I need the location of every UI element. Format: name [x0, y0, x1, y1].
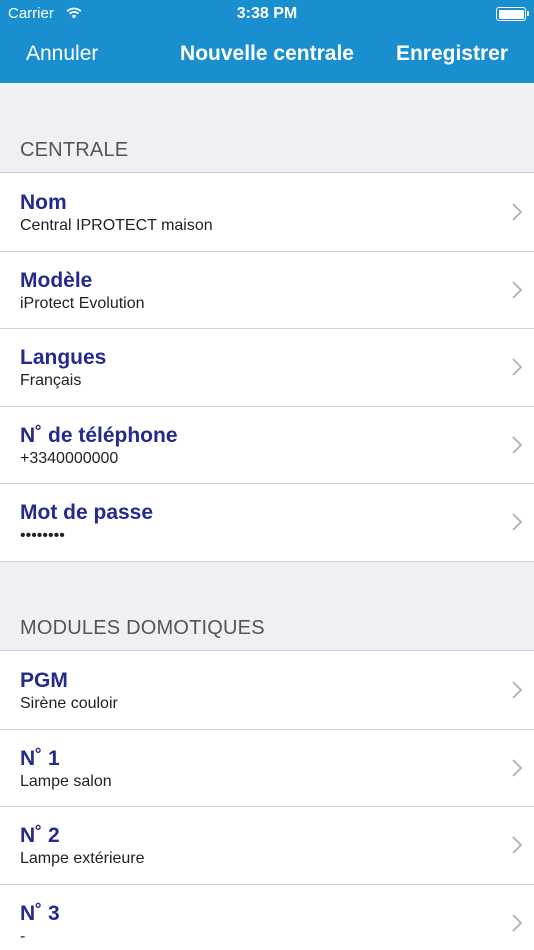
row-nom[interactable]: Nom Central IPROTECT maison — [0, 173, 534, 251]
row-value: Lampe extérieure — [20, 850, 145, 867]
row-module-3[interactable]: N˚ 3 - — [0, 883, 534, 950]
row-pgm[interactable]: PGM Sirène couloir — [0, 651, 534, 729]
row-title: Nom — [20, 191, 67, 214]
chevron-right-icon — [512, 836, 522, 854]
chevron-right-icon — [512, 358, 522, 376]
row-title: Mot de passe — [20, 501, 154, 524]
section-header-modules: MODULES DOMOTIQUES — [20, 617, 265, 639]
row-modele[interactable]: Modèle iProtect Evolution — [0, 250, 534, 329]
status-bar: Carrier 3:38 PM — [0, 0, 534, 30]
row-value: Français — [20, 372, 82, 389]
save-button[interactable]: Enregistrer — [396, 40, 508, 68]
row-langues[interactable]: Langues Français — [0, 328, 534, 406]
chevron-right-icon — [512, 758, 522, 777]
navigation-bar: Carrier 3:38 PM Nouvelle centrale Annule… — [0, 0, 534, 83]
row-value: •••••••• — [20, 527, 65, 544]
row-telephone[interactable]: N˚ de téléphone +3340000000 — [0, 405, 534, 484]
row-value: +3340000000 — [20, 449, 119, 467]
chevron-right-icon — [512, 513, 522, 531]
row-value: Sirène couloir — [20, 695, 118, 712]
chevron-right-icon — [512, 280, 522, 299]
row-title: Modèle — [20, 268, 93, 292]
cancel-button[interactable]: Annuler — [26, 40, 98, 68]
row-value: Lampe salon — [20, 772, 112, 790]
row-mot-de-passe[interactable]: Mot de passe •••••••• — [0, 483, 534, 561]
chevron-right-icon — [512, 203, 522, 221]
row-title: Langues — [20, 346, 107, 369]
row-title: N˚ 3 — [20, 901, 60, 925]
chevron-right-icon — [512, 913, 522, 932]
chevron-right-icon — [512, 681, 522, 699]
modules-group: PGM Sirène couloir N˚ 1 Lampe salon N˚ 2… — [0, 650, 534, 950]
row-value: - — [20, 927, 26, 945]
row-value: Central IPROTECT maison — [20, 217, 213, 234]
section-header-centrale: CENTRALE — [20, 139, 129, 161]
row-module-1[interactable]: N˚ 1 Lampe salon — [0, 728, 534, 807]
row-title: N˚ de téléphone — [20, 423, 178, 447]
row-value: iProtect Evolution — [20, 294, 145, 312]
row-title: N˚ 1 — [20, 746, 60, 770]
status-time: 3:38 PM — [236, 5, 298, 22]
battery-icon — [496, 7, 529, 21]
row-title: N˚ 2 — [20, 824, 60, 847]
centrale-group: Nom Central IPROTECT maison Modèle iProt… — [0, 172, 534, 562]
row-module-2[interactable]: N˚ 2 Lampe extérieure — [0, 806, 534, 884]
row-title: PGM — [20, 669, 68, 692]
chevron-right-icon — [512, 435, 522, 454]
